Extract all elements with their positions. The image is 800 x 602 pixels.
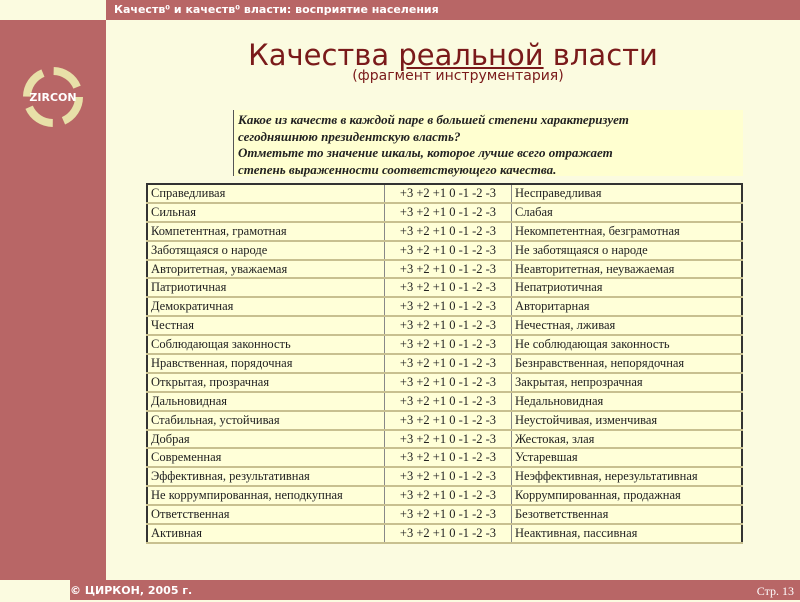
negative-quality: Неавторитетная, неуважаемая [511,259,743,280]
positive-quality: Дальновидная [146,391,385,412]
negative-quality: Безответственная [511,504,743,526]
negative-quality: Недальновидная [511,391,743,412]
question-line: сегодняшнюю президентскую власть? [238,128,461,144]
rating-scale: +3 +2 +1 0 -1 -2 -3 [384,447,512,469]
rating-scale: +3 +2 +1 0 -1 -2 -3 [384,296,512,318]
page-subtitle: (фрагмент инструментария) [352,68,564,84]
rating-scale: +3 +2 +1 0 -1 -2 -3 [384,372,512,393]
rating-scale: +3 +2 +1 0 -1 -2 -3 [384,240,512,261]
table-row: Эффективная, результативная +3 +2 +1 0 -1… [146,466,743,488]
positive-quality: Заботящаяся о народе [146,240,385,261]
table-row: Справедливая +3 +2 +1 0 -1 -2 -3 Несправед… [146,183,743,204]
negative-quality: Некомпетентная, безграмотная [511,221,743,242]
table-row: Добрая +3 +2 +1 0 -1 -2 -3 Жестокая, злая [146,429,743,450]
copyright: © ЦИРКОН, 2005 г. [70,584,193,597]
table-row: Честная +3 +2 +1 0 -1 -2 -3 Нечестная, лжи… [146,315,743,337]
rating-scale: +3 +2 +1 0 -1 -2 -3 [384,353,512,374]
table-row: Современная +3 +2 +1 0 -1 -2 -3 Устаревшая [146,447,743,469]
negative-quality: Безнравственная, непорядочная [511,353,743,374]
table-row: Нравственная, порядочная +3 +2 +1 0 -1 -2… [146,353,743,374]
rating-scale: +3 +2 +1 0 -1 -2 -3 [384,523,512,544]
rating-scale: +3 +2 +1 0 -1 -2 -3 [384,504,512,526]
rating-scale: +3 +2 +1 0 -1 -2 -3 [384,485,512,507]
table-row: Сильная +3 +2 +1 0 -1 -2 -3 Слабая [146,202,743,223]
question-box: Какое из качеств в каждой паре в большей… [233,110,743,177]
table-row: Стабильная, устойчивая +3 +2 +1 0 -1 -2 -… [146,410,743,431]
negative-quality: Непатриотичная [511,277,743,299]
page-number: Стр. 13 [756,584,794,598]
page-title: Качества реальной власти [248,38,658,72]
rating-scale: +3 +2 +1 0 -1 -2 -3 [384,391,512,412]
negative-quality: Слабая [511,202,743,223]
positive-quality: Стабильная, устойчивая [146,410,385,431]
negative-quality: Неактивная, пассивная [511,523,743,544]
header-bar: Качеств⁰ и качеств⁰ власти: восприятие н… [106,0,800,20]
rating-scale: +3 +2 +1 0 -1 -2 -3 [384,183,512,204]
positive-quality: Нравственная, порядочная [146,353,385,374]
rating-scale: +3 +2 +1 0 -1 -2 -3 [384,202,512,223]
rating-scale: +3 +2 +1 0 -1 -2 -3 [384,315,512,337]
rating-scale: +3 +2 +1 0 -1 -2 -3 [384,221,512,242]
positive-quality: Авторитетная, уважаемая [146,259,385,280]
rating-scale: +3 +2 +1 0 -1 -2 -3 [384,429,512,450]
positive-quality: Добрая [146,429,385,450]
positive-quality: Справедливая [146,183,385,204]
zircon-logo: ZIRCON [23,67,83,127]
question-line: Какое из качеств в каждой паре в большей… [238,112,629,127]
table-row: Дальновидная +3 +2 +1 0 -1 -2 -3 Недальнов… [146,391,743,412]
positive-quality: Патриотичная [146,277,385,299]
footer-bar: © ЦИРКОН, 2005 г. Стр. 13 [70,580,800,600]
positive-quality: Демократичная [146,296,385,318]
positive-quality: Не коррумпированная, неподкупная [146,485,385,507]
negative-quality: Устаревшая [511,447,743,469]
negative-quality: Не соблюдающая законность [511,334,743,356]
logo-text: ZIRCON [29,91,76,104]
negative-quality: Неэффективная, нерезультативная [511,466,743,488]
positive-quality: Сильная [146,202,385,223]
table-row: Компетентная, грамотная +3 +2 +1 0 -1 -2 … [146,221,743,242]
question-line: степень выраженности соответствующего ка… [238,161,557,177]
positive-quality: Ответственная [146,504,385,526]
table-row: Соблюдающая законность +3 +2 +1 0 -1 -2 -… [146,334,743,356]
negative-quality: Нечестная, лживая [511,315,743,337]
positive-quality: Честная [146,315,385,337]
positive-quality: Открытая, прозрачная [146,372,385,393]
table-row: Патриотичная +3 +2 +1 0 -1 -2 -3 Непатриот… [146,277,743,299]
table-row: Ответственная +3 +2 +1 0 -1 -2 -3 Безответ… [146,504,743,526]
negative-quality: Несправедливая [511,183,743,204]
scale-table: Справедливая +3 +2 +1 0 -1 -2 -3 Несправед… [146,183,743,544]
negative-quality: Не заботящаяся о народе [511,240,743,261]
table-row: Демократичная +3 +2 +1 0 -1 -2 -3 Авторита… [146,296,743,318]
table-row: Открытая, прозрачная +3 +2 +1 0 -1 -2 -3 З… [146,372,743,393]
positive-quality: Активная [146,523,385,544]
positive-quality: Современная [146,447,385,469]
negative-quality: Неустойчивая, изменчивая [511,410,743,431]
negative-quality: Коррумпированная, продажная [511,485,743,507]
negative-quality: Жестокая, злая [511,429,743,450]
table-row: Авторитетная, уважаемая +3 +2 +1 0 -1 -2 … [146,259,743,280]
table-row: Не коррумпированная, неподкупная +3 +2 +1… [146,485,743,507]
positive-quality: Соблюдающая законность [146,334,385,356]
rating-scale: +3 +2 +1 0 -1 -2 -3 [384,277,512,299]
negative-quality: Закрытая, непрозрачная [511,372,743,393]
rating-scale: +3 +2 +1 0 -1 -2 -3 [384,334,512,356]
rating-scale: +3 +2 +1 0 -1 -2 -3 [384,466,512,488]
table-row: Активная +3 +2 +1 0 -1 -2 -3 Неактивная, п… [146,523,743,544]
table-row: Заботящаяся о народе +3 +2 +1 0 -1 -2 -3 Н… [146,240,743,261]
negative-quality: Авторитарная [511,296,743,318]
rating-scale: +3 +2 +1 0 -1 -2 -3 [384,259,512,280]
question-line: Отметьте то значение шкалы, которое лучш… [238,145,613,160]
positive-quality: Компетентная, грамотная [146,221,385,242]
rating-scale: +3 +2 +1 0 -1 -2 -3 [384,410,512,431]
positive-quality: Эффективная, результативная [146,466,385,488]
